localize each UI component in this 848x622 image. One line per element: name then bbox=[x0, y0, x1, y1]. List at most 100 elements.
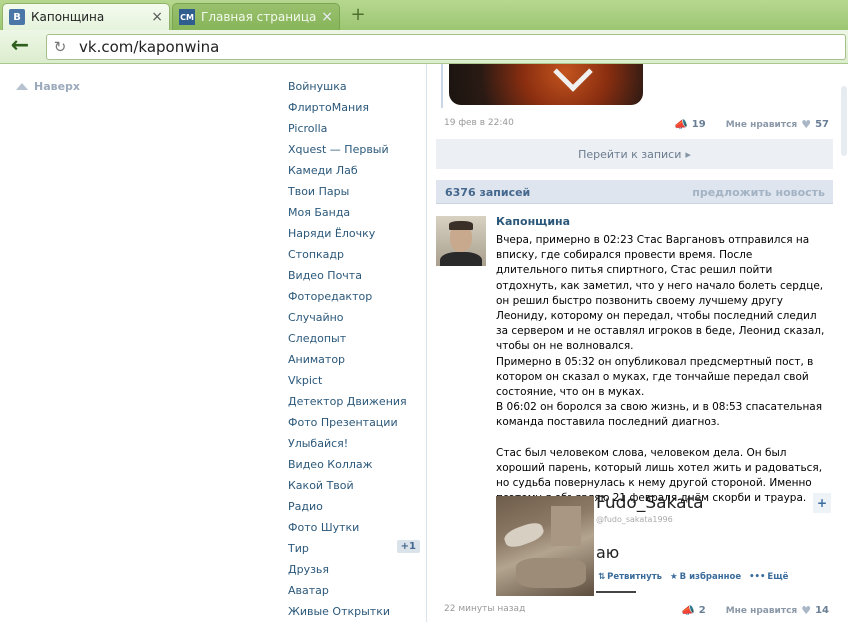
like-count[interactable]: 14 bbox=[815, 605, 829, 616]
app-item[interactable]: Улыбайся! bbox=[288, 433, 420, 454]
app-label: Улыбайся! bbox=[288, 437, 349, 450]
address-bar[interactable]: ↻ vk.com/kaponwina bbox=[46, 34, 846, 60]
repost-count[interactable]: 2 bbox=[699, 605, 706, 616]
notification-badge: +1 bbox=[396, 540, 420, 553]
app-item[interactable]: Фото Презентации bbox=[288, 412, 420, 433]
wall-header: 6376 записей предложить новость bbox=[436, 180, 833, 204]
app-label: Следопыт bbox=[288, 332, 347, 345]
app-item[interactable]: Аватар bbox=[288, 580, 420, 601]
column-divider bbox=[426, 64, 427, 622]
goto-post-label: Перейти к записи bbox=[578, 147, 682, 161]
follow-plus-icon[interactable]: + bbox=[813, 493, 831, 513]
heart-icon[interactable]: ♥ bbox=[801, 118, 811, 131]
app-item[interactable]: Войнушка bbox=[288, 76, 420, 97]
new-tab-button[interactable]: + bbox=[348, 6, 368, 26]
repost-quote-bar bbox=[441, 64, 443, 108]
tab-title: Капонщина bbox=[31, 10, 105, 24]
app-item[interactable]: Детектор Движения bbox=[288, 391, 420, 412]
reload-icon[interactable]: ↻ bbox=[47, 38, 73, 56]
attachment-name: Fudo_Sakata bbox=[596, 493, 704, 513]
post-date[interactable]: 22 минуты назад bbox=[444, 604, 525, 614]
like-count[interactable]: 57 bbox=[815, 119, 829, 130]
app-label: Стопкадр bbox=[288, 248, 344, 261]
attachment-handle: @fudo_sakata1996 bbox=[596, 515, 673, 524]
app-item[interactable]: Наряди Ёлочку bbox=[288, 223, 420, 244]
close-tab-icon[interactable]: × bbox=[321, 9, 333, 25]
app-label: Аниматор bbox=[288, 353, 346, 366]
repost-count[interactable]: 19 bbox=[692, 119, 706, 130]
app-item[interactable]: Живые Открытки bbox=[288, 601, 420, 622]
app-item[interactable]: Picrolla bbox=[288, 118, 420, 139]
close-tab-icon[interactable]: × bbox=[151, 9, 163, 25]
scroll-to-top-link[interactable]: Наверх bbox=[16, 80, 80, 93]
app-label: Фото Презентации bbox=[288, 416, 398, 429]
attachment-photo[interactable] bbox=[496, 496, 594, 596]
attachment-actions: ⇅ Ретвитнуть ★ В избранное ••• Ещё bbox=[598, 572, 788, 582]
app-item[interactable]: Аниматор bbox=[288, 349, 420, 370]
app-item[interactable]: Случайно bbox=[288, 307, 420, 328]
url-text[interactable]: vk.com/kaponwina bbox=[73, 38, 219, 56]
app-item[interactable]: Vkpict bbox=[288, 370, 420, 391]
tab-main-page[interactable]: СМ Главная страница - С × bbox=[172, 3, 340, 30]
avatar[interactable] bbox=[436, 216, 486, 266]
app-label: Vkpict bbox=[288, 374, 323, 387]
app-label: Picrolla bbox=[288, 122, 328, 135]
cm-favicon-icon: СМ bbox=[179, 9, 195, 25]
chevron-right-icon: ▸ bbox=[685, 147, 691, 161]
app-item[interactable]: Видео Почта bbox=[288, 265, 420, 286]
like-label[interactable]: Мне нравится bbox=[726, 606, 797, 616]
app-item[interactable]: Xquest — Первый bbox=[288, 139, 420, 160]
app-item[interactable]: Фоторедактор bbox=[288, 286, 420, 307]
browser-nav-bar: ← ↻ vk.com/kaponwina bbox=[0, 30, 848, 64]
megaphone-icon[interactable]: 📣 bbox=[674, 118, 688, 131]
like-label[interactable]: Мне нравится bbox=[726, 120, 797, 130]
wall: 19 фев в 22:40 📣 19 Мне нравится ♥ 57 Пе… bbox=[436, 64, 833, 622]
previous-post-meta: 19 фев в 22:40 📣 19 Мне нравится ♥ 57 bbox=[444, 118, 833, 132]
posts-count[interactable]: 6376 записей bbox=[445, 186, 530, 199]
app-item[interactable]: Какой Твой bbox=[288, 475, 420, 496]
post-attachment[interactable]: Fudo_Sakata @fudo_sakata1996 аю ⇅ Ретвитн… bbox=[496, 493, 833, 596]
app-item[interactable]: Друзья bbox=[288, 559, 420, 580]
app-label: Xquest — Первый bbox=[288, 143, 389, 156]
post-text: Вчера, примерно в 02:23 Стас Варгановъ о… bbox=[496, 234, 825, 505]
app-item[interactable]: Камеди Лаб bbox=[288, 160, 420, 181]
app-item[interactable]: Следопыт bbox=[288, 328, 420, 349]
app-label: Моя Банда bbox=[288, 206, 351, 219]
more-button[interactable]: ••• Ещё bbox=[749, 572, 788, 582]
app-label: Фоторедактор bbox=[288, 290, 373, 303]
app-label: Видео Почта bbox=[288, 269, 362, 282]
app-item[interactable]: ФлиртоМания bbox=[288, 97, 420, 118]
post-author[interactable]: Капонщина bbox=[496, 215, 570, 228]
heart-icon[interactable]: ♥ bbox=[801, 604, 811, 617]
favorite-button[interactable]: ★ В избранное bbox=[670, 572, 741, 582]
app-item[interactable]: Стопкадр bbox=[288, 244, 420, 265]
goto-post-button[interactable]: Перейти к записи ▸ bbox=[436, 139, 833, 169]
previous-post-photo[interactable] bbox=[449, 64, 643, 105]
apps-list: Войнушка ФлиртоМания Picrolla Xquest — Перв… bbox=[288, 76, 420, 622]
retweet-button[interactable]: ⇅ Ретвитнуть bbox=[598, 572, 662, 582]
tab-kaponwina[interactable]: В Капонщина × bbox=[2, 3, 170, 30]
app-label: Детектор Движения bbox=[288, 395, 407, 408]
app-label: Тир bbox=[288, 542, 309, 555]
ellipsis-icon: ••• bbox=[749, 572, 766, 582]
post-meta: 22 минуты назад 📣 2 Мне нравится ♥ 14 bbox=[444, 604, 833, 618]
app-item[interactable]: Моя Банда bbox=[288, 202, 420, 223]
scrollbar-thumb[interactable] bbox=[841, 86, 847, 156]
app-item[interactable]: Видео Коллаж bbox=[288, 454, 420, 475]
app-label: Твои Пары bbox=[288, 185, 350, 198]
vk-page: Наверх Войнушка ФлиртоМания Picrolla Xquest… bbox=[0, 64, 848, 622]
app-item[interactable]: Твои Пары bbox=[288, 181, 420, 202]
app-label: Случайно bbox=[288, 311, 344, 324]
tab-title: Главная страница - С bbox=[201, 10, 317, 24]
back-arrow-icon[interactable]: ← bbox=[8, 35, 32, 59]
attachment-text-cut bbox=[596, 591, 636, 594]
vk-favicon-icon: В bbox=[9, 9, 25, 25]
suggest-news-link[interactable]: предложить новость bbox=[692, 186, 825, 199]
app-label: ФлиртоМания bbox=[288, 101, 369, 114]
app-item[interactable]: Радио bbox=[288, 496, 420, 517]
post-date[interactable]: 19 фев в 22:40 bbox=[444, 118, 514, 128]
app-item[interactable]: Тир +1 bbox=[288, 538, 420, 559]
megaphone-icon[interactable]: 📣 bbox=[681, 604, 695, 617]
star-icon: ★ bbox=[670, 572, 678, 582]
app-item[interactable]: Фото Шутки bbox=[288, 517, 420, 538]
